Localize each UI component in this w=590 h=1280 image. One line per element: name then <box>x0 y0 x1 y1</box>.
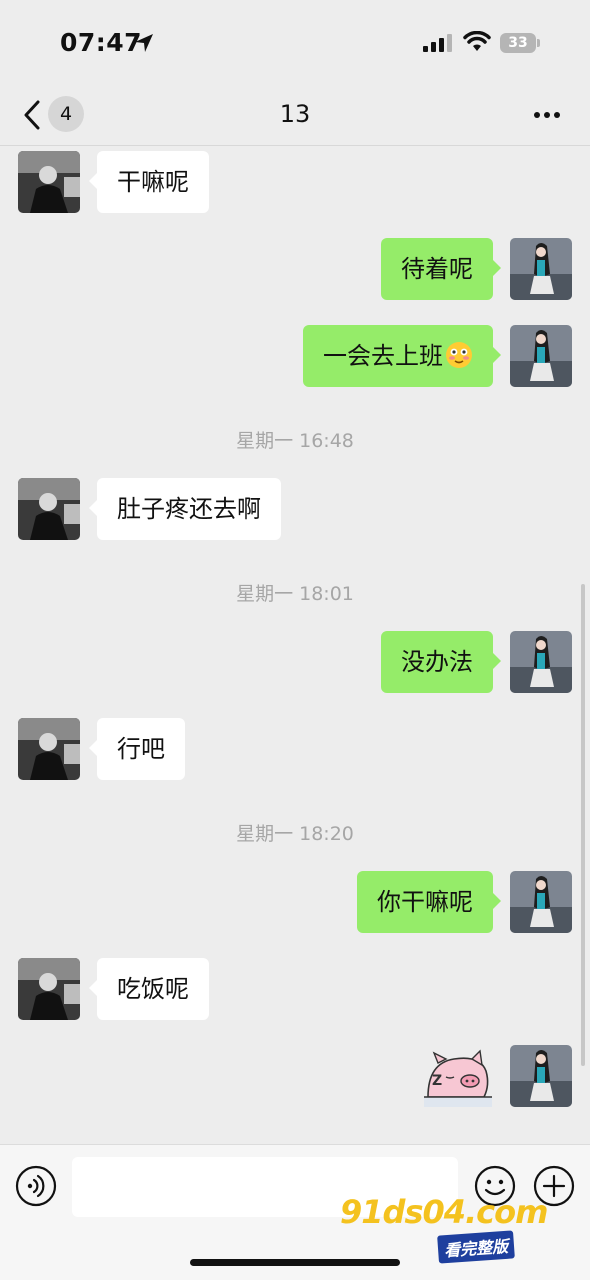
message-row-outgoing: 待着呢 <box>0 238 590 300</box>
cellular-signal-icon <box>423 34 452 52</box>
contact-avatar[interactable] <box>18 151 80 213</box>
message-row-outgoing: Z <box>0 1045 590 1107</box>
flushed-face-emoji-icon <box>446 342 472 368</box>
message-bubble[interactable]: 你干嘛呢 <box>357 871 501 933</box>
message-row-outgoing: 没办法 <box>0 631 590 693</box>
user-avatar[interactable] <box>510 631 572 693</box>
chat-header: 4 13 <box>0 88 590 146</box>
message-timestamp: 星期一 18:20 <box>236 823 354 845</box>
message-text: 一会去上班 <box>323 342 443 370</box>
status-time: 07:47 <box>60 28 143 57</box>
message-bubble[interactable]: 吃饭呢 <box>89 958 209 1020</box>
message-row-incoming: 肚子疼还去啊 <box>0 478 590 540</box>
contact-avatar[interactable] <box>18 478 80 540</box>
scrollbar[interactable] <box>581 584 585 1066</box>
message-bubble[interactable]: 没办法 <box>381 631 501 693</box>
battery-icon: 33 <box>500 33 540 53</box>
message-bubble[interactable]: 肚子疼还去啊 <box>89 478 281 540</box>
more-options-icon[interactable] <box>532 110 562 120</box>
battery-level: 33 <box>500 33 536 53</box>
user-avatar[interactable] <box>510 238 572 300</box>
watermark: 91ds04.com 看完整版 <box>340 1193 548 1264</box>
message-bubble[interactable]: 行吧 <box>89 718 185 780</box>
message-row-incoming: 干嘛呢 <box>0 151 590 213</box>
svg-text:Z: Z <box>432 1073 442 1089</box>
message-timestamp: 星期一 18:01 <box>236 583 354 605</box>
message-row-incoming: 行吧 <box>0 718 590 780</box>
user-avatar[interactable] <box>510 871 572 933</box>
contact-avatar[interactable] <box>18 718 80 780</box>
sleeping-pig-sticker[interactable]: Z <box>424 1045 492 1107</box>
contact-avatar[interactable] <box>18 958 80 1020</box>
message-list[interactable]: 干嘛呢 待着呢 一会去上班 星期一 16:48 肚子疼还去啊 星期一 18:01… <box>0 147 590 1143</box>
wifi-icon <box>463 31 491 51</box>
watermark-text: 91ds04.com <box>340 1193 548 1231</box>
user-avatar[interactable] <box>510 325 572 387</box>
message-row-outgoing: 你干嘛呢 <box>0 871 590 933</box>
message-timestamp: 星期一 16:48 <box>236 430 354 452</box>
home-indicator[interactable] <box>190 1259 400 1266</box>
status-bar: 07:47 33 <box>0 0 590 88</box>
watermark-subtext: 看完整版 <box>437 1230 515 1264</box>
message-bubble[interactable]: 干嘛呢 <box>89 151 209 213</box>
voice-input-icon[interactable] <box>15 1165 57 1207</box>
message-row-incoming: 吃饭呢 <box>0 958 590 1020</box>
message-bubble[interactable]: 待着呢 <box>381 238 501 300</box>
chat-title: 13 <box>279 100 311 128</box>
location-arrow-icon <box>135 34 153 52</box>
input-bar: 91ds04.com 看完整版 <box>0 1144 590 1280</box>
message-row-outgoing: 一会去上班 <box>0 325 590 387</box>
user-avatar[interactable] <box>510 1045 572 1107</box>
message-bubble[interactable]: 一会去上班 <box>303 325 501 387</box>
